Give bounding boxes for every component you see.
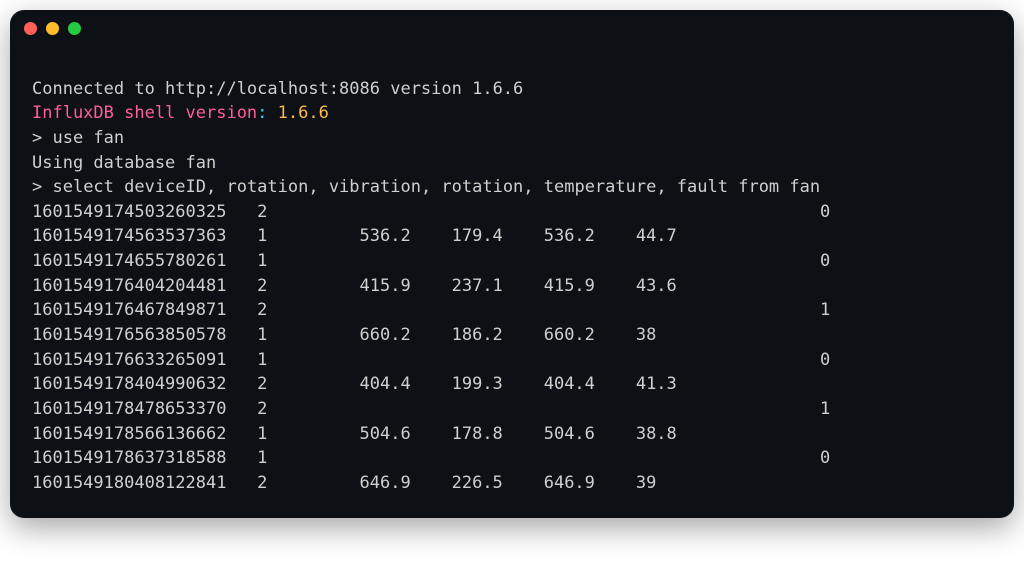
prompt: > — [32, 128, 52, 148]
time-cell: 1601549176467849871 — [32, 298, 257, 323]
using-db-line: Using database fan — [32, 153, 216, 173]
rotation-cell: 646.9 — [360, 471, 452, 496]
table-row: 16015491745032603252 0 — [32, 200, 992, 225]
temperature-cell: 38.8 — [636, 422, 820, 447]
table-row: 16015491786373185881 0 — [32, 446, 992, 471]
cmd-use: use fan — [52, 128, 124, 148]
temperature-cell: 38 — [636, 323, 820, 348]
time-cell: 1601549174503260325 — [32, 200, 257, 225]
time-cell: 1601549180408122841 — [32, 471, 257, 496]
time-cell: 1601549174655780261 — [32, 249, 257, 274]
title-bar — [10, 10, 1014, 46]
zoom-icon[interactable] — [68, 22, 81, 35]
deviceid-cell: 1 — [257, 446, 359, 471]
shell-version-label: InfluxDB shell version — [32, 103, 257, 123]
rotation2-cell: 415.9 — [544, 274, 636, 299]
fault-cell: 0 — [820, 446, 840, 471]
rotation-cell: 415.9 — [360, 274, 452, 299]
time-cell: 1601549178404990632 — [32, 372, 257, 397]
terminal-content[interactable]: Connected to http://localhost:8086 versi… — [10, 46, 1014, 518]
rotation2-cell: 660.2 — [544, 323, 636, 348]
rotation-cell: 660.2 — [360, 323, 452, 348]
vibration-cell: 178.8 — [452, 422, 544, 447]
time-cell: 1601549178478653370 — [32, 397, 257, 422]
table-row: 16015491785661366621504.6178.8504.638.8 — [32, 422, 992, 447]
fault-cell: 1 — [820, 298, 840, 323]
table-row: 16015491746557802611 0 — [32, 249, 992, 274]
rotation2-cell: 504.6 — [544, 422, 636, 447]
deviceid-cell: 1 — [257, 323, 359, 348]
time-cell: 1601549176404204481 — [32, 274, 257, 299]
prompt: > — [32, 177, 52, 197]
time-cell: 1601549178566136662 — [32, 422, 257, 447]
shell-version-colon: : — [257, 103, 277, 123]
time-cell: 1601549174563537363 — [32, 224, 257, 249]
time-cell: 1601549176633265091 — [32, 348, 257, 373]
fault-cell: 0 — [820, 348, 840, 373]
rotation2-cell: 536.2 — [544, 224, 636, 249]
rotation2-cell: 404.4 — [544, 372, 636, 397]
time-cell: 1601549178637318588 — [32, 446, 257, 471]
deviceid-cell: 1 — [257, 249, 359, 274]
minimize-icon[interactable] — [46, 22, 59, 35]
deviceid-cell: 1 — [257, 422, 359, 447]
temperature-cell: 39 — [636, 471, 820, 496]
table-row: 16015491764042044812415.9237.1415.943.6 — [32, 274, 992, 299]
rotation2-cell: 646.9 — [544, 471, 636, 496]
vibration-cell: 186.2 — [452, 323, 544, 348]
rotation-cell: 404.4 — [360, 372, 452, 397]
table-row: 16015491765638505781660.2186.2660.238 — [32, 323, 992, 348]
table-row: 16015491764678498712 1 — [32, 298, 992, 323]
table-row: 16015491745635373631536.2179.4536.244.7 — [32, 224, 992, 249]
rotation-cell: 536.2 — [360, 224, 452, 249]
table-row: 16015491784786533702 1 — [32, 397, 992, 422]
deviceid-cell: 1 — [257, 224, 359, 249]
deviceid-cell: 2 — [257, 200, 359, 225]
table-row: 16015491784049906322404.4199.3404.441.3 — [32, 372, 992, 397]
terminal-window: Connected to http://localhost:8086 versi… — [10, 10, 1014, 518]
vibration-cell: 226.5 — [452, 471, 544, 496]
vibration-cell: 237.1 — [452, 274, 544, 299]
table-row: 16015491766332650911 0 — [32, 348, 992, 373]
temperature-cell: 43.6 — [636, 274, 820, 299]
table-row: 16015491804081228412646.9226.5646.939 — [32, 471, 992, 496]
fault-cell: 1 — [820, 397, 840, 422]
deviceid-cell: 2 — [257, 397, 359, 422]
deviceid-cell: 2 — [257, 471, 359, 496]
fault-cell: 0 — [820, 249, 840, 274]
deviceid-cell: 2 — [257, 274, 359, 299]
deviceid-cell: 2 — [257, 372, 359, 397]
connected-line: Connected to http://localhost:8086 versi… — [32, 79, 523, 99]
time-cell: 1601549176563850578 — [32, 323, 257, 348]
temperature-cell: 41.3 — [636, 372, 820, 397]
fault-cell: 0 — [820, 200, 840, 225]
rotation-cell: 504.6 — [360, 422, 452, 447]
close-icon[interactable] — [24, 22, 37, 35]
deviceid-cell: 1 — [257, 348, 359, 373]
cmd-select: select deviceID, rotation, vibration, ro… — [52, 177, 820, 197]
shell-version-number: 1.6.6 — [278, 103, 329, 123]
temperature-cell: 44.7 — [636, 224, 820, 249]
deviceid-cell: 2 — [257, 298, 359, 323]
vibration-cell: 179.4 — [452, 224, 544, 249]
vibration-cell: 199.3 — [452, 372, 544, 397]
